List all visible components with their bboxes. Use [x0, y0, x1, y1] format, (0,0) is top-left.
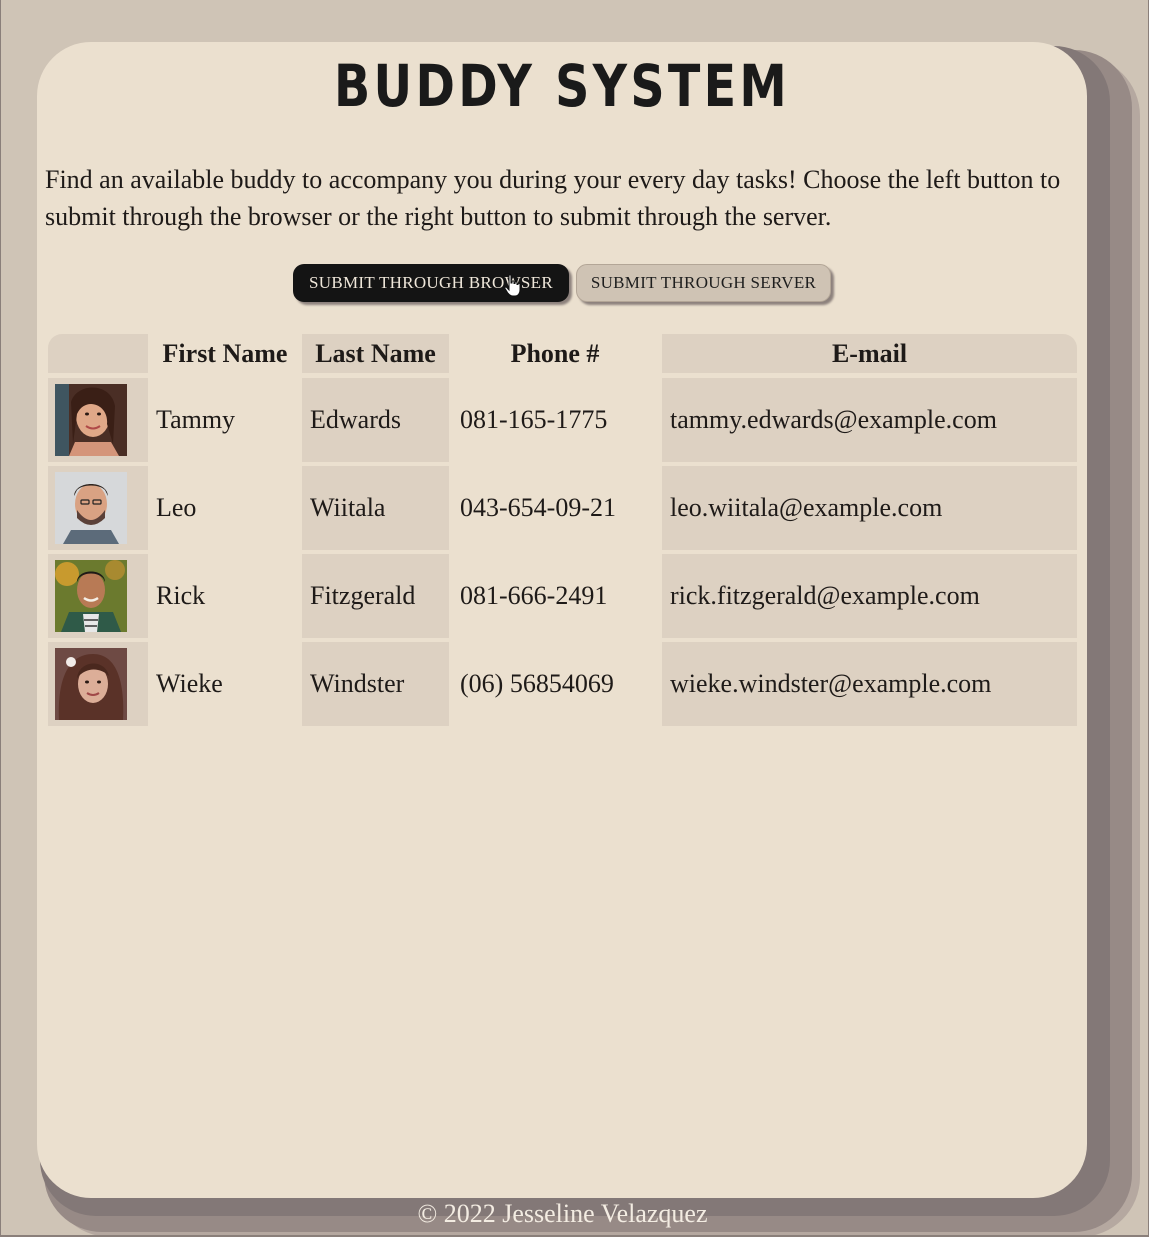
hand-cursor-icon	[504, 274, 521, 297]
photo-cell	[48, 378, 148, 462]
main-card: BUDDY SYSTEM Find an available buddy to …	[37, 42, 1087, 1198]
photo-cell	[48, 554, 148, 638]
header-photo-cell	[48, 334, 148, 373]
cell-last-name: Fitzgerald	[302, 554, 449, 638]
intro-text: Find an available buddy to accompany you…	[45, 165, 1061, 231]
cell-first-name: Wieke	[156, 669, 223, 698]
cell-email: wieke.windster@example.com	[662, 642, 1077, 726]
avatar-tammy	[55, 384, 127, 456]
avatar-leo	[55, 472, 127, 544]
cell-first-name: Rick	[156, 581, 206, 610]
photo-cell	[48, 466, 148, 550]
submit-through-server-button[interactable]: Submit through server	[576, 264, 831, 302]
cell-phone: 081-666-2491	[460, 581, 608, 610]
submit-through-browser-button[interactable]: Submit through browser	[293, 264, 569, 302]
cell-phone: (06) 56854069	[460, 669, 614, 698]
header-first-name: First Name	[162, 338, 288, 368]
cell-phone: 081-165-1775	[460, 405, 608, 434]
cell-first-name: Leo	[156, 493, 197, 522]
photo-cell	[48, 642, 148, 726]
window-frame-left	[0, 0, 1, 1237]
header-last-name: Last Name	[302, 334, 449, 373]
cell-last-name: Windster	[302, 642, 449, 726]
page-title: BUDDY SYSTEM	[334, 52, 790, 120]
header-email: E-mail	[662, 334, 1077, 373]
cell-phone: 043-654-09-21	[460, 493, 616, 522]
cell-last-name: Wiitala	[302, 466, 449, 550]
cell-email: leo.wiitala@example.com	[662, 466, 1077, 550]
header-phone: Phone #	[510, 338, 600, 368]
cell-email: tammy.edwards@example.com	[662, 378, 1077, 462]
cell-last-name: Edwards	[302, 378, 449, 462]
avatar-rick	[55, 560, 127, 632]
cell-first-name: Tammy	[156, 405, 236, 434]
cell-email: rick.fitzgerald@example.com	[662, 554, 1077, 638]
buddy-table: First Name Last Name Phone # E-mail Tamm…	[48, 334, 1077, 726]
avatar-wieke	[55, 648, 127, 720]
footer-text: © 2022 Jesseline Velazquez	[417, 1199, 708, 1228]
